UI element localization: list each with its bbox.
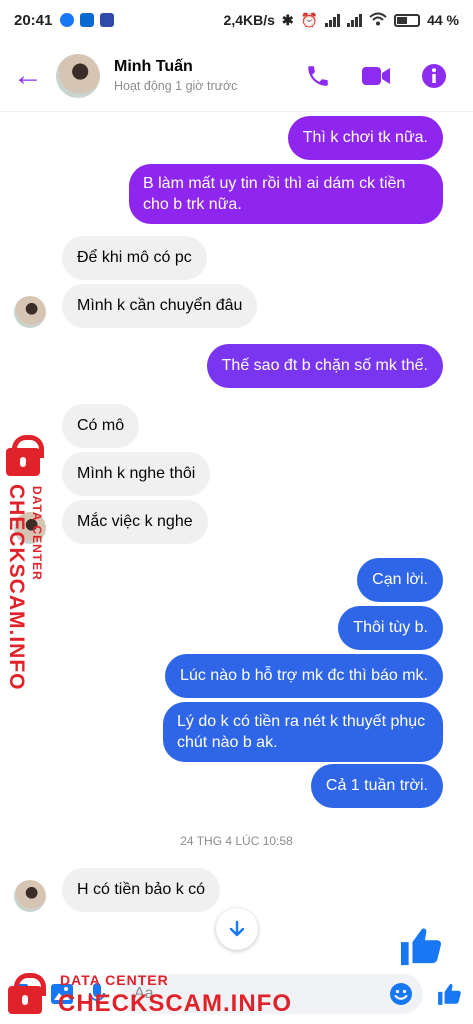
thumbs-up-icon[interactable] (437, 982, 463, 1006)
watermark-site: CHECKSCAM.INFO (58, 990, 292, 1017)
message-bubble[interactable]: Để khi mô có pc (62, 236, 207, 280)
message-bubble[interactable]: Lúc nào b hỗ trợ mk đc thì báo mk. (165, 654, 443, 698)
message-bubble[interactable]: Thôi tùy b. (338, 606, 443, 650)
lock-icon (6, 435, 44, 476)
bluetooth-icon: ✱ (281, 11, 294, 28)
zalo-notification-icon (80, 13, 95, 27)
message-bubble[interactable]: Lý do k có tiền ra nét k thuyết phục chú… (163, 702, 443, 762)
status-time: 20:41 (14, 11, 53, 29)
chat-header: ← Minh Tuấn Hoạt động 1 giờ trước (0, 40, 473, 112)
message-row: Có mô (0, 404, 473, 448)
message-row: Thì k chơi tk nữa. (0, 116, 473, 160)
message-bubble[interactable]: Mắc việc k nghe (62, 500, 208, 544)
shield-notification-icon (100, 13, 115, 27)
watermark-data-center: DATA CENTER (30, 486, 44, 581)
message-bubble[interactable]: H có tiền bảo k có (62, 868, 221, 912)
contact-name: Minh Tuấn (114, 58, 193, 75)
status-bar: 20:41 2,4KB/s ✱ ⏰ 44 % (0, 0, 473, 40)
contact-info[interactable]: Minh Tuấn Hoạt động 1 giờ trước (114, 58, 237, 93)
message-row: Thôi tùy b. (0, 606, 473, 650)
contact-status: Hoạt động 1 giờ trước (114, 79, 238, 93)
message-row: Để khi mô có pc (0, 236, 473, 280)
message-bubble[interactable]: Thế sao đt b chặn số mk thế. (206, 344, 443, 388)
message-bubble[interactable]: Mình k nghe thôi (62, 452, 211, 496)
message-bubble[interactable]: Thì k chơi tk nữa. (287, 116, 443, 160)
message-row: Mình k nghe thôi (0, 452, 473, 496)
signal-icon-2 (347, 13, 363, 27)
message-row: Lúc nào b hỗ trợ mk đc thì báo mk. (0, 654, 473, 698)
message-row: Cả 1 tuần trời. (0, 764, 473, 808)
watermark-data-center: DATA CENTER (60, 972, 169, 988)
message-bubble[interactable]: Có mô (62, 404, 140, 448)
lock-icon (8, 973, 46, 1014)
facebook-notification-icon (60, 13, 75, 27)
contact-avatar-small[interactable] (14, 296, 46, 328)
phone-call-icon[interactable] (305, 63, 331, 89)
message-row: Lý do k có tiền ra nét k thuyết phục chú… (0, 702, 473, 762)
message-bubble[interactable]: B làm mất uy tin rồi thì ai dám ck tiền … (129, 164, 443, 224)
message-bubble[interactable]: Mình k cần chuyển đâu (62, 284, 258, 328)
watermark-horizontal: DATA CENTER CHECKSCAM.INFO (0, 960, 300, 1024)
message-timestamp: 24 THG 4 LÚC 10:58 (180, 834, 293, 848)
message-row: H có tiền bảo k có (0, 868, 473, 912)
back-arrow-icon[interactable]: ← (0, 48, 56, 104)
message-list[interactable]: Thì k chơi tk nữa. B làm mất uy tin rồi … (0, 112, 473, 960)
arrow-down-icon (229, 920, 245, 937)
message-row: Thế sao đt b chặn số mk thế. (0, 344, 473, 388)
watermark-vertical: DATA CENTER CHECKSCAM.INFO (2, 435, 48, 691)
network-speed: 2,4KB/s (223, 12, 275, 28)
video-call-icon[interactable] (361, 65, 391, 87)
message-row: Mắc việc k nghe (0, 500, 473, 544)
signal-icon (325, 13, 341, 27)
message-bubble[interactable]: Cạn lời. (357, 558, 443, 602)
scroll-down-button[interactable] (216, 908, 258, 950)
message-row: Cạn lời. (0, 558, 473, 602)
message-row: Mình k cần chuyển đâu (0, 284, 473, 328)
wifi-icon (369, 12, 387, 29)
alarm-icon: ⏰ (300, 11, 319, 28)
battery-percent: 44 % (427, 12, 459, 28)
battery-icon (394, 13, 421, 27)
emoji-icon[interactable] (389, 982, 413, 1006)
info-icon[interactable] (421, 63, 447, 89)
contact-avatar[interactable] (56, 53, 100, 98)
watermark-site: CHECKSCAM.INFO (5, 484, 28, 691)
message-bubble[interactable]: Cả 1 tuần trời. (310, 764, 443, 808)
message-row: B làm mất uy tin rồi thì ai dám ck tiền … (0, 164, 473, 224)
contact-avatar-small[interactable] (14, 880, 46, 912)
